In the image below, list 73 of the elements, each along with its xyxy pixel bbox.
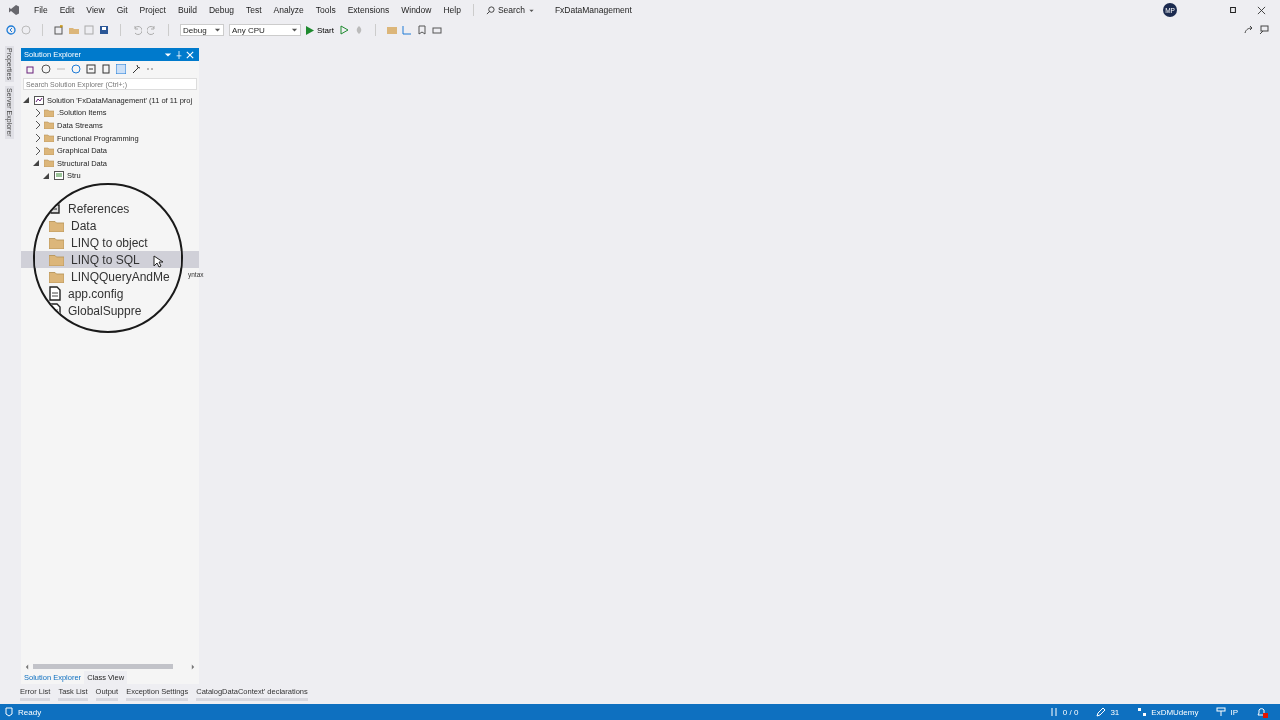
pin-icon[interactable] bbox=[175, 50, 183, 59]
start-icon[interactable] bbox=[306, 25, 314, 35]
solution-name: FxDataManagement bbox=[554, 5, 632, 15]
mouse-pointer-icon bbox=[153, 255, 163, 268]
menu-item[interactable]: Extensions bbox=[341, 5, 396, 15]
switch-views-icon[interactable] bbox=[26, 64, 36, 74]
platform-dropdown[interactable]: Any CPU bbox=[229, 24, 301, 36]
collapse-icon[interactable] bbox=[23, 95, 31, 106]
scrollbar-thumb[interactable] bbox=[33, 664, 173, 669]
folder-icon bbox=[49, 236, 64, 249]
branch-name[interactable]: IP bbox=[1230, 707, 1238, 717]
collapse-icon[interactable] bbox=[33, 158, 41, 169]
wrench-icon[interactable] bbox=[131, 64, 141, 74]
play-outline-icon[interactable] bbox=[338, 25, 349, 35]
menu-item[interactable]: Debug bbox=[202, 5, 240, 15]
history-icon[interactable] bbox=[41, 64, 51, 74]
tree-item[interactable]: References bbox=[68, 201, 130, 216]
menu-item[interactable]: Git bbox=[110, 5, 134, 15]
references-icon bbox=[49, 202, 61, 215]
menu-item[interactable]: Build bbox=[172, 5, 203, 15]
folder-icon bbox=[49, 270, 64, 283]
save-all-icon[interactable] bbox=[99, 25, 109, 35]
caret-icon[interactable] bbox=[291, 26, 298, 34]
caret-icon[interactable] bbox=[214, 26, 221, 34]
feedback-icon[interactable] bbox=[1259, 25, 1269, 35]
configuration-dropdown[interactable]: Debug bbox=[180, 24, 224, 36]
restore-icon[interactable] bbox=[1229, 6, 1237, 14]
copy-icon[interactable] bbox=[101, 64, 111, 74]
start-button[interactable]: Start bbox=[306, 25, 334, 35]
menu-item[interactable]: Tools bbox=[309, 5, 342, 15]
refresh-icon[interactable] bbox=[71, 64, 81, 74]
back-icon[interactable] bbox=[6, 25, 16, 35]
show-all-files-icon[interactable] bbox=[116, 64, 126, 74]
expand-icon[interactable] bbox=[33, 145, 41, 156]
scroll-left-icon[interactable] bbox=[24, 663, 30, 670]
menu-item[interactable]: Window bbox=[395, 5, 438, 15]
status-text: Ready bbox=[18, 707, 42, 717]
changes-count[interactable]: 0 / 0 bbox=[1062, 707, 1079, 717]
expand-icon[interactable] bbox=[33, 133, 41, 144]
menu-item[interactable]: Analyze bbox=[267, 5, 310, 15]
pencil-icon[interactable] bbox=[1096, 707, 1107, 717]
project-icon bbox=[54, 171, 64, 181]
collapse-all-icon[interactable] bbox=[86, 64, 96, 74]
menu-item[interactable]: View bbox=[80, 5, 111, 15]
menu-item[interactable]: Edit bbox=[53, 5, 81, 15]
scroll-right-icon[interactable] bbox=[190, 663, 196, 670]
menu-item[interactable]: Help bbox=[437, 5, 467, 15]
app-logo-icon bbox=[8, 4, 20, 16]
share-icon[interactable] bbox=[1244, 25, 1254, 35]
tree-item[interactable]: GlobalSuppre bbox=[68, 303, 142, 318]
solution-icon bbox=[34, 95, 44, 105]
menu-item[interactable]: Test bbox=[239, 5, 268, 15]
tree-item[interactable]: Data bbox=[71, 218, 97, 233]
tree-item[interactable]: LINQQueryAndMe bbox=[71, 269, 170, 284]
expand-icon[interactable] bbox=[33, 120, 41, 131]
folder-icon bbox=[49, 219, 64, 232]
folder-icon bbox=[49, 253, 64, 266]
notification-bell-icon[interactable] bbox=[1256, 706, 1268, 718]
search-button[interactable]: Search bbox=[497, 5, 525, 15]
tree-item[interactable]: app.config bbox=[68, 286, 124, 301]
bookmark-icon[interactable] bbox=[416, 25, 427, 35]
status-icon[interactable] bbox=[4, 707, 14, 717]
tree-item[interactable]: LINQ to object bbox=[71, 235, 148, 250]
repository-name[interactable]: ExDMUdemy bbox=[1151, 707, 1199, 717]
menu-item[interactable]: Project bbox=[133, 5, 172, 15]
expand-icon[interactable] bbox=[33, 107, 41, 118]
file-icon bbox=[49, 286, 61, 301]
edits-count[interactable]: 31 bbox=[1110, 707, 1120, 717]
search-icon[interactable] bbox=[485, 5, 495, 15]
menu-item[interactable]: File bbox=[28, 5, 54, 15]
new-project-icon[interactable] bbox=[54, 25, 64, 35]
close-icon[interactable] bbox=[1257, 5, 1266, 15]
dropdown-icon[interactable] bbox=[164, 50, 172, 59]
